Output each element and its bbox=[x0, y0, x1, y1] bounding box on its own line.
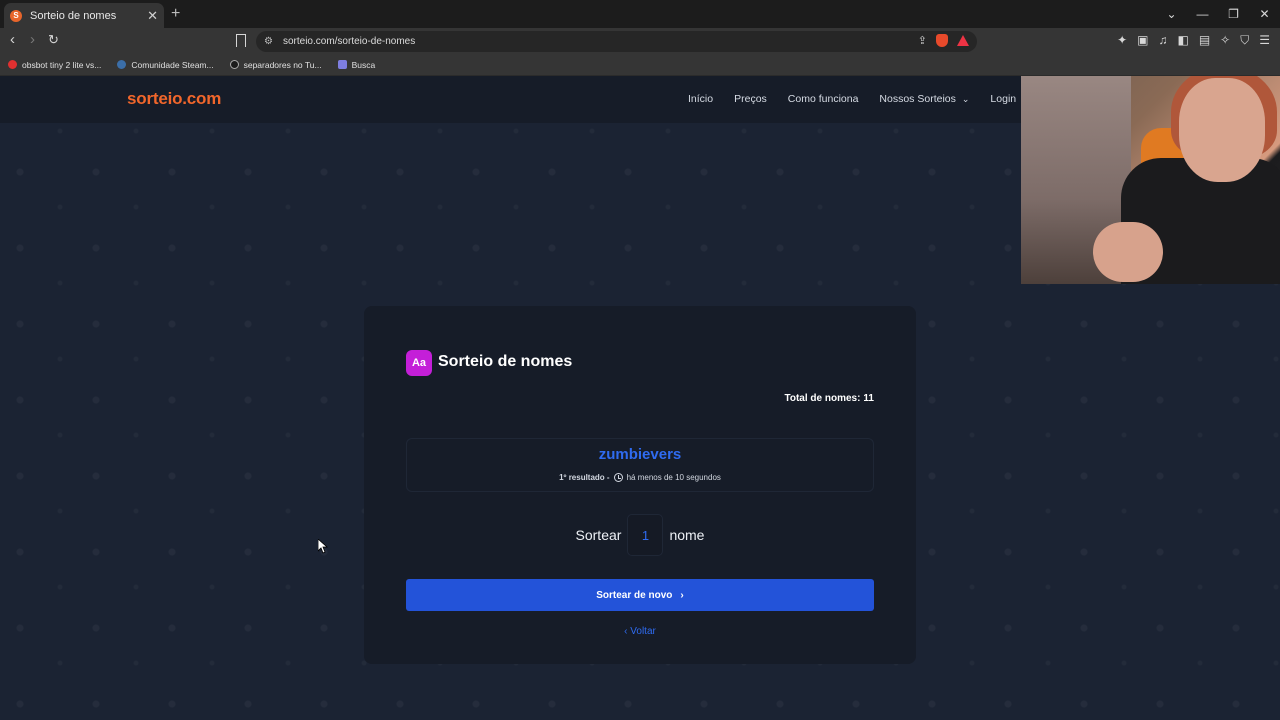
browser-toolbar: ‹ › ↻ ⚙ sorteio.com/sorteio-de-nomes ⇪ ✦… bbox=[0, 28, 1280, 54]
chevron-left-icon: ‹ bbox=[624, 626, 628, 637]
draw-quantity-row: Sortear 1 nome bbox=[364, 514, 916, 556]
back-arrow-icon[interactable]: ‹ bbox=[10, 31, 15, 48]
nav-precos[interactable]: Preços bbox=[734, 93, 767, 105]
browser-tabbar: S Sorteio de nomes ✕ + ⌄ — ❐ ✕ bbox=[0, 0, 1280, 28]
bookmark-favicon-icon bbox=[337, 60, 347, 69]
webcam-face bbox=[1179, 78, 1265, 182]
reload-icon[interactable]: ↻ bbox=[48, 32, 59, 48]
nav-inicio[interactable]: Início bbox=[688, 93, 713, 105]
webcam-overlay bbox=[1021, 76, 1280, 284]
tab-title: Sorteio de nomes bbox=[30, 9, 117, 22]
address-bar[interactable]: ⚙ sorteio.com/sorteio-de-nomes ⇪ bbox=[256, 31, 977, 52]
page: sorteio.com Início Preços Como funciona … bbox=[0, 76, 1280, 720]
bookmark-item[interactable]: Busca bbox=[337, 60, 375, 70]
page-title: Sorteio de nomes bbox=[438, 353, 573, 370]
bookmark-favicon-icon bbox=[229, 60, 239, 69]
leo-icon[interactable]: ✧ bbox=[1220, 33, 1230, 48]
restore-icon[interactable]: ❐ bbox=[1218, 0, 1249, 28]
brave-rewards-icon[interactable] bbox=[957, 35, 969, 46]
nav-como-funciona[interactable]: Como funciona bbox=[788, 93, 859, 105]
bookmarks-bar: obsbot tiny 2 lite vs... Comunidade Stea… bbox=[0, 54, 1280, 76]
total-names: Total de nomes: 11 bbox=[784, 393, 874, 404]
chevron-down-icon: ⌄ bbox=[961, 94, 970, 104]
bookmark-item[interactable]: separadores no Tu... bbox=[229, 60, 322, 70]
tab-close-icon[interactable]: ✕ bbox=[147, 8, 158, 24]
music-icon[interactable]: ♫ bbox=[1158, 33, 1167, 48]
brave-shields-icon[interactable] bbox=[936, 34, 948, 47]
winner-name: zumbievers bbox=[598, 446, 682, 463]
sidebar-icon[interactable]: ◧ bbox=[1177, 33, 1188, 48]
favicon-icon: S bbox=[10, 9, 22, 22]
bookmark-icon[interactable] bbox=[236, 34, 246, 47]
draw-suffix: nome bbox=[669, 527, 705, 543]
puzzle-icon[interactable]: ✦ bbox=[1117, 33, 1127, 48]
webcam-arm bbox=[1093, 222, 1163, 282]
vpn-icon[interactable]: ⛉ bbox=[1240, 33, 1249, 48]
nav-nossos-sorteios[interactable]: Nossos Sorteios ⌄ bbox=[879, 93, 969, 105]
share-icon[interactable]: ⇪ bbox=[918, 34, 927, 47]
result-meta: 1º resultado - há menos de 10 segundos bbox=[407, 473, 873, 482]
bookmark-favicon-icon bbox=[8, 60, 17, 69]
draw-prefix: Sortear bbox=[575, 527, 622, 543]
site-settings-icon[interactable]: ⚙ bbox=[264, 36, 273, 47]
text-aa-icon: Aa bbox=[406, 350, 432, 376]
new-tab-button[interactable]: + bbox=[171, 5, 180, 23]
window-controls: ⌄ — ❐ ✕ bbox=[1156, 0, 1280, 28]
raffle-card: Aa Sorteio de nomes Total de nomes: 11 zu… bbox=[364, 306, 916, 664]
clock-icon bbox=[613, 473, 623, 482]
mouse-cursor-icon bbox=[318, 539, 328, 554]
bookmark-favicon-icon bbox=[117, 60, 127, 69]
browser-tab[interactable]: S Sorteio de nomes ✕ bbox=[4, 3, 164, 28]
nav-login[interactable]: Login bbox=[990, 93, 1016, 105]
bookmark-item[interactable]: Comunidade Steam... bbox=[117, 60, 214, 70]
draw-again-button[interactable]: Sortear de novo › bbox=[406, 579, 874, 611]
site-nav: Início Preços Como funciona Nossos Sorte… bbox=[688, 93, 1016, 105]
quantity-input[interactable]: 1 bbox=[627, 514, 664, 556]
extensions-area: ✦ ▣ ♫ ◧ ▤ ✧ ⛉ ☰ bbox=[1117, 33, 1270, 48]
minimize-icon[interactable]: — bbox=[1187, 0, 1218, 28]
close-window-icon[interactable]: ✕ bbox=[1249, 0, 1280, 28]
menu-icon[interactable]: ☰ bbox=[1259, 33, 1270, 48]
result-time: há menos de 10 segundos bbox=[626, 473, 721, 482]
url-text: sorteio.com/sorteio-de-nomes bbox=[282, 36, 416, 47]
result-label: 1º resultado - bbox=[559, 473, 610, 482]
chevron-down-icon[interactable]: ⌄ bbox=[1156, 0, 1187, 28]
wallet-icon[interactable]: ▣ bbox=[1137, 33, 1148, 48]
back-link[interactable]: ‹ Voltar bbox=[364, 626, 916, 637]
forward-arrow-icon[interactable]: › bbox=[30, 31, 35, 48]
wallet-2-icon[interactable]: ▤ bbox=[1199, 33, 1210, 48]
site-logo[interactable]: sorteio.com bbox=[127, 89, 221, 109]
chevron-right-icon: › bbox=[680, 589, 684, 601]
result-box: zumbievers 1º resultado - há menos de 10… bbox=[406, 438, 874, 492]
bookmark-item[interactable]: obsbot tiny 2 lite vs... bbox=[8, 60, 101, 70]
